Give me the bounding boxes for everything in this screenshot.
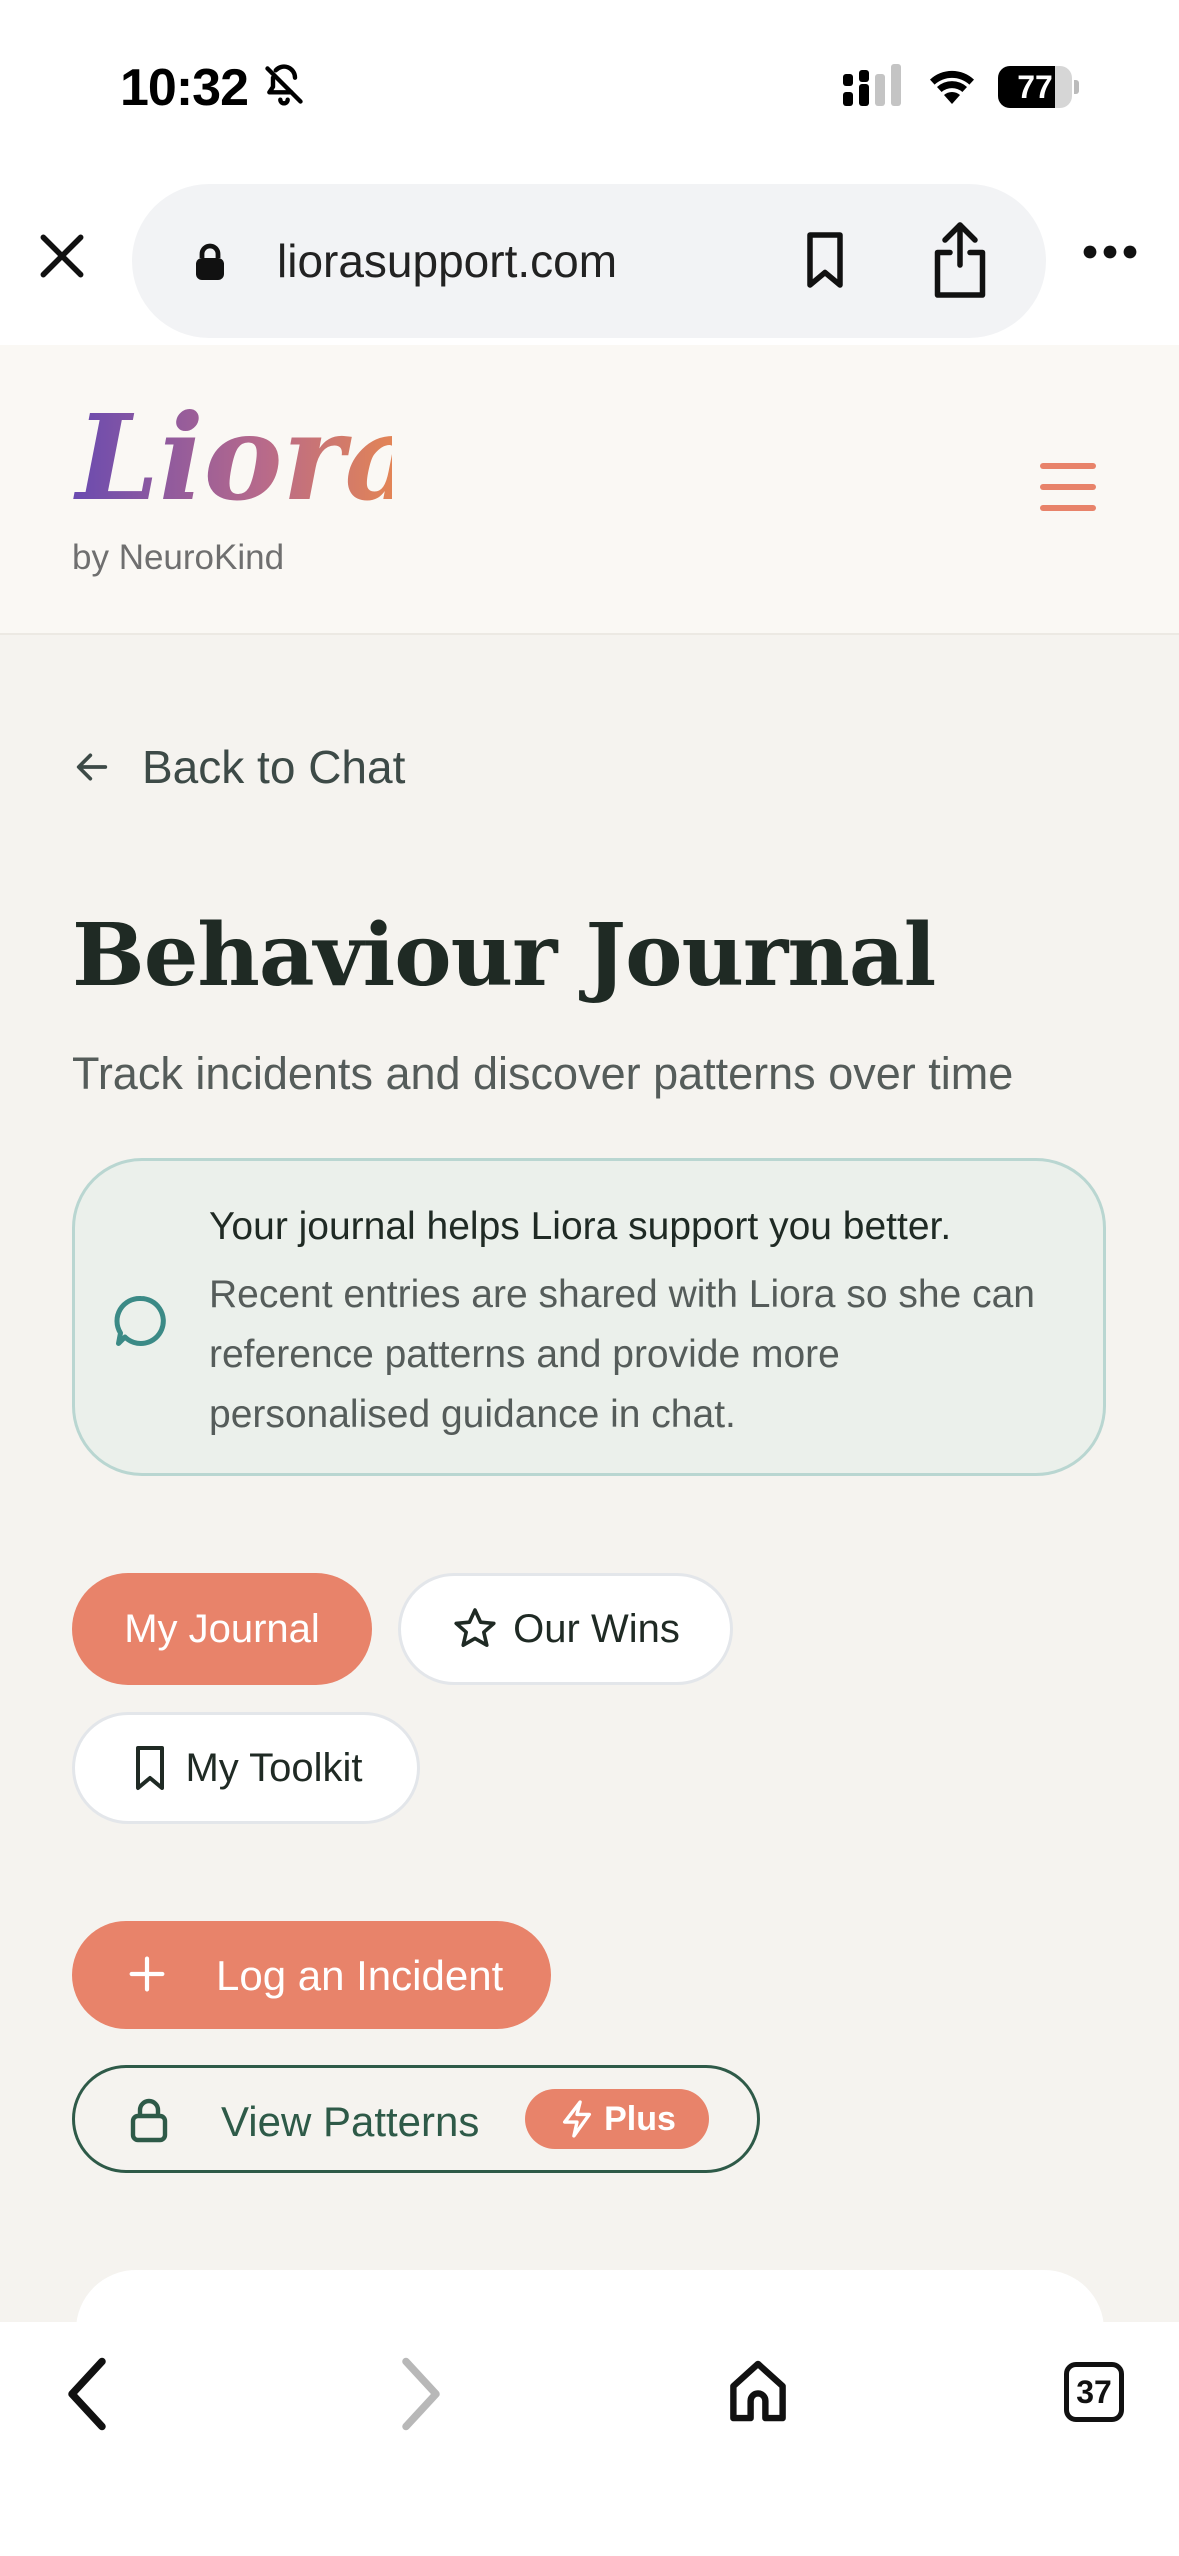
share-button[interactable] (930, 220, 990, 305)
cellular-signal-icon (843, 64, 907, 113)
lock-icon (192, 242, 228, 287)
lock-icon (127, 2096, 171, 2154)
bookmark-icon (136, 1746, 165, 1790)
arrow-left-icon (76, 753, 108, 781)
view-patterns-label: View Patterns (221, 2098, 480, 2145)
logo-wordmark: Liora (73, 388, 392, 527)
hamburger-menu-icon[interactable] (1040, 463, 1100, 513)
journal-info-callout: Your journal helps Liora support you bet… (72, 1158, 1106, 1476)
liora-logo[interactable]: Liora (72, 381, 421, 536)
back-link-label: Back to Chat (142, 741, 406, 793)
log-incident-button[interactable]: Log an Incident (72, 1921, 551, 2029)
plus-badge-label: Plus (604, 2099, 676, 2138)
logo-byline: by NeuroKind (72, 538, 285, 577)
info-body: Recent entries are shared with Liora so … (209, 1273, 1035, 1436)
tab-my-toolkit[interactable]: My Toolkit (72, 1712, 420, 1824)
site-header: Liora by NeuroKind (0, 345, 1179, 635)
bookmark-button[interactable] (802, 230, 848, 295)
tab-label: Our Wins (513, 1606, 680, 1651)
wifi-icon (924, 64, 980, 113)
page-subtitle: Track incidents and discover patterns ov… (72, 1048, 1014, 1099)
log-incident-label: Log an Incident (216, 1952, 504, 1999)
tab-label: My Toolkit (185, 1745, 363, 1790)
close-tab-button[interactable] (34, 228, 94, 288)
home-icon[interactable] (726, 2356, 790, 2431)
chat-bubble-icon (111, 1291, 171, 1356)
more-options-button[interactable] (1082, 244, 1138, 265)
bell-muted-icon (262, 62, 306, 113)
plus-icon (124, 1951, 170, 2007)
battery-indicator: 77 (998, 66, 1079, 108)
back-to-chat-link[interactable]: Back to Chat (72, 740, 405, 794)
status-bar: 10:32 77 (0, 0, 1179, 170)
address-bar[interactable]: liorasupport.com (132, 184, 1046, 338)
status-time: 10:32 (120, 59, 249, 117)
plus-tier-badge: Plus (525, 2089, 709, 2149)
tab-our-wins[interactable]: Our Wins (398, 1573, 733, 1685)
view-patterns-button[interactable]: View Patterns Plus (72, 2065, 760, 2173)
url-text: liorasupport.com (277, 235, 618, 287)
page-title: Behaviour Journal (72, 905, 936, 1006)
tab-my-journal[interactable]: My Journal (72, 1573, 372, 1685)
back-chevron-icon[interactable] (62, 2354, 112, 2439)
forward-chevron-icon[interactable] (396, 2354, 446, 2439)
star-icon (454, 1608, 496, 1647)
browser-bottom-toolbar: 37 (0, 2322, 1179, 2556)
browser-toolbar: liorasupport.com (0, 170, 1179, 345)
tab-label: My Journal (124, 1606, 320, 1651)
battery-percent: 77 (1017, 69, 1053, 105)
info-heading: Your journal helps Liora support you bet… (209, 1205, 952, 1248)
tab-count-button[interactable]: 37 (1064, 2362, 1124, 2422)
lightning-icon (563, 2100, 592, 2138)
